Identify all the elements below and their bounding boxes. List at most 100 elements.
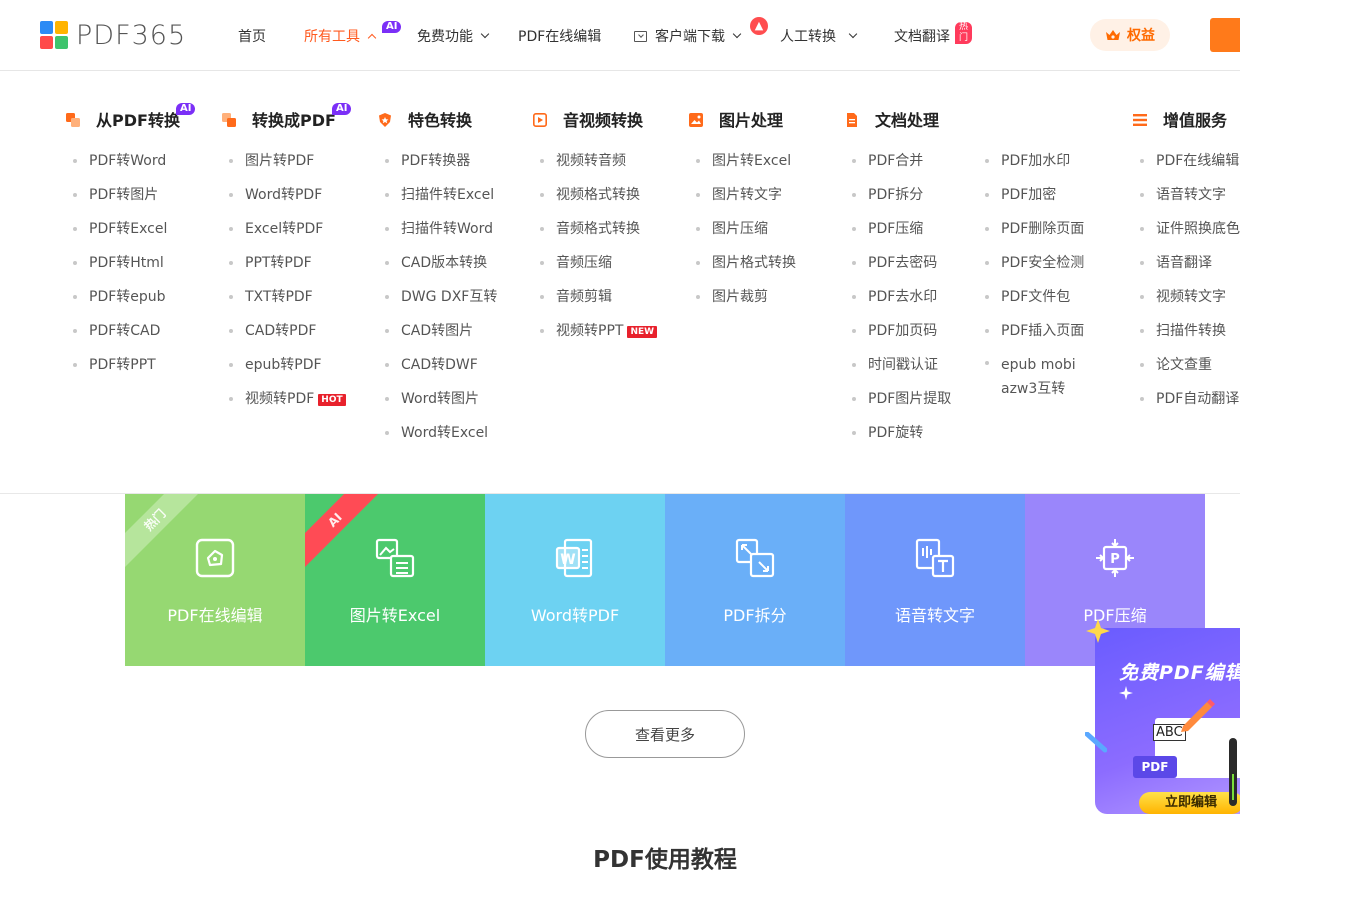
- all-tools-menu: 从PDF转换 AI PDF转Word PDF转图片 PDF转Excel PDF转…: [0, 71, 1240, 494]
- menu-col-vas-title[interactable]: 增值服务: [1133, 107, 1227, 131]
- menu-item-video-to-ppt[interactable]: 视频转PPT NEW: [540, 321, 658, 355]
- menu-item[interactable]: PDF加页码: [852, 321, 951, 355]
- menu-item-video-to-pdf[interactable]: 视频转PDF HOT: [229, 389, 346, 423]
- menu-item[interactable]: CAD转PDF: [229, 321, 346, 355]
- menu-item[interactable]: epub mobi azw3互转: [985, 353, 1113, 411]
- menu-item[interactable]: 音频格式转换: [540, 219, 657, 253]
- menu-item[interactable]: PPT转PDF: [229, 253, 346, 287]
- nav-home[interactable]: 首页: [238, 26, 266, 46]
- card-speech-to-text[interactable]: 语音转文字: [845, 494, 1025, 666]
- menu-item[interactable]: 时间戳认证: [852, 355, 951, 389]
- promo-edit-now-button[interactable]: 立即编辑: [1139, 792, 1240, 814]
- card-image-to-excel[interactable]: AI 图片转Excel: [305, 494, 485, 666]
- logo[interactable]: PDF365: [40, 20, 186, 51]
- nav-online-edit[interactable]: PDF在线编辑: [518, 26, 601, 46]
- menu-item[interactable]: 视频格式转换: [540, 185, 657, 219]
- menu-item[interactable]: Excel转PDF: [229, 219, 346, 253]
- menu-item[interactable]: 图片转PDF: [229, 151, 346, 185]
- login-button[interactable]: [1210, 18, 1240, 52]
- menu-col-image-title[interactable]: 图片处理: [689, 107, 783, 131]
- menu-item[interactable]: 扫描件转Excel: [385, 185, 497, 219]
- menu-item[interactable]: PDF转CAD: [73, 321, 167, 355]
- to-pdf-icon: [222, 112, 236, 127]
- menu-item[interactable]: 视频转文字: [1140, 287, 1240, 321]
- nav-free-features[interactable]: 免费功能: [417, 26, 490, 46]
- menu-item[interactable]: PDF图片提取: [852, 389, 951, 423]
- word-icon: W: [555, 538, 593, 578]
- card-pdf-online-edit[interactable]: 热门 PDF在线编辑: [125, 494, 305, 666]
- menu-item[interactable]: PDF安全检测: [985, 253, 1113, 287]
- menu-item[interactable]: 图片转Excel: [696, 151, 796, 185]
- menu-item[interactable]: CAD转图片: [385, 321, 497, 355]
- nav-translate[interactable]: 文档翻译: [894, 26, 950, 46]
- menu-item[interactable]: 音频压缩: [540, 253, 657, 287]
- card-word-to-pdf[interactable]: W Word转PDF: [485, 494, 665, 666]
- nav-all-tools[interactable]: 所有工具: [304, 26, 377, 46]
- image-excel-icon: [375, 538, 415, 578]
- menu-item[interactable]: Word转PDF: [229, 185, 346, 219]
- menu-col-doc-title[interactable]: 文档处理: [845, 107, 939, 131]
- menu-item[interactable]: PDF压缩: [852, 219, 951, 253]
- menu-item[interactable]: 音频剪辑: [540, 287, 657, 321]
- logo-icon: [40, 21, 68, 49]
- menu-item[interactable]: PDF转PPT: [73, 355, 167, 389]
- list-icon: [1133, 112, 1147, 126]
- menu-item[interactable]: 语音翻译: [1140, 253, 1240, 287]
- menu-item[interactable]: 语音转文字: [1140, 185, 1240, 219]
- card-pdf-split[interactable]: PDF拆分: [665, 494, 845, 666]
- menu-item[interactable]: PDF拆分: [852, 185, 951, 219]
- benefit-button[interactable]: 权益: [1090, 19, 1170, 51]
- hot-tag: HOT: [318, 394, 346, 406]
- menu-item[interactable]: CAD转DWF: [385, 355, 497, 389]
- menu-item[interactable]: 图片压缩: [696, 219, 796, 253]
- card-label: Word转PDF: [530, 606, 620, 625]
- nav-download[interactable]: 客户端下载: [634, 26, 742, 46]
- menu-item[interactable]: PDF转Excel: [73, 219, 167, 253]
- menu-item[interactable]: PDF转Word: [73, 151, 167, 185]
- view-more-button[interactable]: 查看更多: [585, 710, 745, 758]
- menu-item[interactable]: PDF合并: [852, 151, 951, 185]
- menu-col-special-title[interactable]: 特色转换: [378, 107, 472, 131]
- fire-icon: ▲: [750, 17, 768, 35]
- menu-item[interactable]: PDF插入页面: [985, 321, 1113, 355]
- menu-item[interactable]: 证件照换底色: [1140, 219, 1240, 253]
- star-icon: [1086, 619, 1110, 643]
- menu-item[interactable]: DWG DXF互转: [385, 287, 497, 321]
- menu-item[interactable]: PDF旋转: [852, 423, 951, 457]
- menu-item[interactable]: 图片转文字: [696, 185, 796, 219]
- menu-item[interactable]: PDF去密码: [852, 253, 951, 287]
- card-label: 图片转Excel: [349, 606, 441, 625]
- menu-item[interactable]: PDF转epub: [73, 287, 167, 321]
- promo-free-pdf-edit[interactable]: 免费PDF编辑 ABC PDF 立即编辑: [1085, 618, 1240, 814]
- menu-col-from-pdf-title[interactable]: 从PDF转换 AI: [66, 103, 196, 131]
- menu-item[interactable]: TXT转PDF: [229, 287, 346, 321]
- menu-item[interactable]: PDF自动翻译: [1140, 389, 1240, 423]
- menu-item[interactable]: Word转图片: [385, 389, 497, 423]
- svg-text:P: P: [1110, 552, 1120, 567]
- menu-item[interactable]: PDF删除页面: [985, 219, 1113, 253]
- split-icon: [735, 538, 775, 578]
- nav-manual-label: 人工转换: [780, 29, 836, 45]
- menu-item[interactable]: PDF加密: [985, 185, 1113, 219]
- menu-item[interactable]: PDF文件包: [985, 287, 1113, 321]
- menu-item[interactable]: PDF在线编辑: [1140, 151, 1240, 185]
- menu-item[interactable]: PDF转图片: [73, 185, 167, 219]
- new-tag: NEW: [627, 326, 658, 338]
- menu-item[interactable]: PDF转换器: [385, 151, 497, 185]
- menu-item[interactable]: 图片格式转换: [696, 253, 796, 287]
- menu-item[interactable]: 扫描件转Word: [385, 219, 497, 253]
- menu-col-to-pdf-title[interactable]: 转换成PDF AI: [222, 103, 352, 131]
- menu-item[interactable]: 图片裁剪: [696, 287, 796, 321]
- menu-item[interactable]: PDF加水印: [985, 151, 1113, 185]
- menu-item[interactable]: 扫描件转换: [1140, 321, 1240, 355]
- menu-item[interactable]: CAD版本转换: [385, 253, 497, 287]
- menu-item[interactable]: Word转Excel: [385, 423, 497, 457]
- nav-manual-convert[interactable]: 人工转换: [780, 26, 858, 46]
- menu-item[interactable]: epub转PDF: [229, 355, 346, 389]
- menu-item[interactable]: 视频转音频: [540, 151, 657, 185]
- menu-item[interactable]: PDF去水印: [852, 287, 951, 321]
- ai-badge: AI: [332, 103, 352, 115]
- menu-item[interactable]: PDF转Html: [73, 253, 167, 287]
- menu-col-av-title[interactable]: 音视频转换: [533, 107, 643, 131]
- menu-item[interactable]: 论文查重: [1140, 355, 1240, 389]
